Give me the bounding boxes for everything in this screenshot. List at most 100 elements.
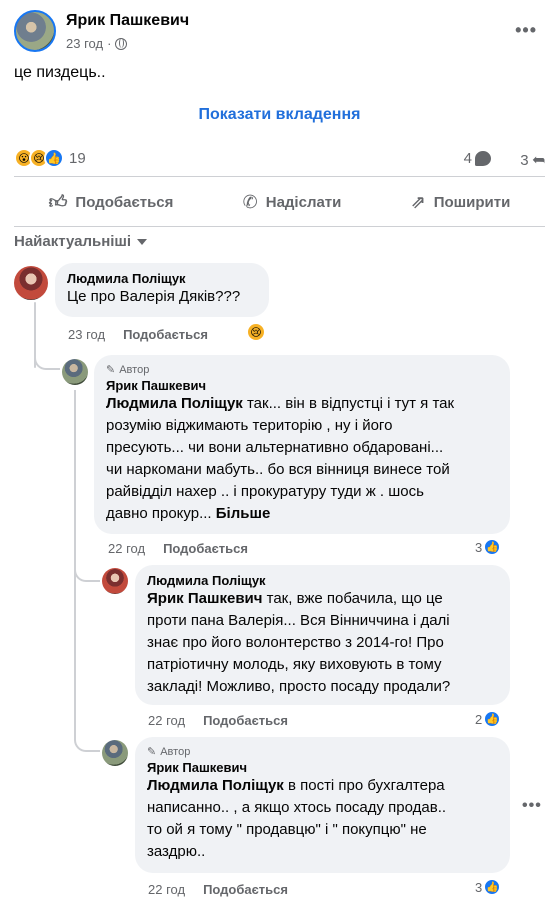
comment-text-line: райвідділ нахер .. і прокуратуру туди ж … — [106, 483, 424, 500]
comment-text-line: так... він в відпустці і тут я так — [242, 395, 455, 412]
reactions-summary[interactable]: 😮 😢 👍 19 — [14, 146, 86, 170]
like-button[interactable]: 👍︎ Подобається — [49, 191, 174, 213]
comment-sort-dropdown[interactable]: Найактуальніші — [14, 233, 148, 250]
comment-options-icon[interactable]: ••• — [522, 797, 542, 815]
comment-text-last: давно прокур... Більше — [106, 503, 498, 525]
author-badge-label: Автор — [160, 745, 191, 758]
mention-link[interactable]: Людмила Поліщук — [147, 777, 284, 794]
share-icon: ⇗ — [410, 191, 426, 212]
comment-bubble: Людмила Поліщук Ярик Пашкевич так, вже п… — [135, 565, 510, 705]
comment-meta: 22 год Подобається — [148, 713, 288, 728]
comment-reactions-count: 3 — [475, 539, 483, 555]
author-badge-label: Автор — [119, 363, 150, 376]
post-author-avatar[interactable] — [14, 10, 56, 52]
whatsapp-icon: ✆ — [242, 191, 258, 212]
send-button[interactable]: ✆ Надіслати — [243, 192, 342, 213]
post-text: це пиздець.. — [14, 64, 106, 81]
reactions-count: 19 — [69, 149, 86, 167]
comment-author[interactable]: Людмила Поліщук — [147, 573, 498, 588]
commenter-avatar[interactable] — [62, 359, 88, 385]
divider — [14, 226, 545, 227]
caret-down-icon — [137, 238, 148, 245]
post-time[interactable]: 23 год — [66, 36, 103, 51]
comment-text: Це про Валерія Дяків??? — [67, 288, 241, 305]
mention-link[interactable]: Людмила Поліщук — [106, 395, 243, 412]
comment-meta: 22 год Подобається — [148, 882, 288, 897]
sad-reaction-icon[interactable]: 😢 — [246, 322, 266, 342]
comment-text: Людмила Поліщук так... він в відпустці і… — [106, 393, 498, 415]
thread-line — [74, 580, 76, 740]
comment-text-line: закладі! Можливо, просто посаду продали? — [147, 678, 451, 695]
comment-bubble: ✎ Автор Ярик Пашкевич Людмила Поліщук в … — [135, 737, 510, 873]
comment-reactions-count: 3 — [475, 879, 483, 895]
comment-text-line: заздрю.. — [147, 843, 206, 860]
comment-text-line: патріотичну молодь, яку виховують в тому — [147, 656, 442, 673]
like-reaction-icon: 👍 — [483, 878, 502, 896]
comment-bubble-icon — [475, 151, 491, 166]
send-label: Надіслати — [265, 193, 342, 211]
post-action-bar: 👍︎ Подобається ✆ Надіслати ⇗ Поширити — [14, 182, 545, 222]
comment-reactions-count: 2 — [475, 711, 483, 727]
comment-text-line: чи наркомани мабуть.. бо вся вінниця вин… — [106, 461, 450, 478]
comments-count[interactable]: 4 — [464, 150, 491, 167]
comment-text: Людмила Поліщук в пості про бухгалтера — [147, 775, 498, 797]
comment-reactions[interactable]: 3 👍 — [475, 538, 502, 556]
comment-author[interactable]: Ярик Пашкевич — [147, 760, 498, 775]
pen-icon: ✎ — [106, 364, 116, 376]
pen-icon: ✎ — [147, 746, 157, 758]
like-reaction-icon: 👍 — [44, 148, 64, 168]
comment-bubble: Людмила Поліщук Це про Валерія Дяків??? — [55, 263, 269, 317]
comment-bubble: ✎ Автор Ярик Пашкевич Людмила Поліщук та… — [94, 355, 510, 534]
commenter-avatar[interactable] — [102, 740, 128, 766]
comment-text: Ярик Пашкевич так, вже побачила, що це — [147, 588, 498, 610]
see-more-link[interactable]: Більше — [216, 505, 271, 522]
thread-connector — [74, 560, 100, 582]
comment-meta: 22 год Подобається — [108, 541, 248, 556]
comment-text-line: давно прокур... — [106, 505, 216, 522]
comment-author[interactable]: Людмила Поліщук — [67, 271, 257, 286]
globe-icon — [115, 37, 128, 50]
commenter-avatar[interactable] — [102, 568, 128, 594]
shares-count[interactable]: 3 ➦ — [520, 150, 545, 170]
author-badge: ✎ Автор — [106, 363, 498, 377]
thread-connector — [34, 352, 60, 370]
comment-text-line: то ой я тому " продавцю" і " покупцю" не — [147, 821, 427, 838]
comment-time[interactable]: 22 год — [148, 713, 185, 728]
comment-like-button[interactable]: Подобається — [203, 882, 288, 897]
like-label: Подобається — [75, 193, 174, 211]
comment-time[interactable]: 22 год — [148, 882, 185, 897]
comment-author[interactable]: Ярик Пашкевич — [106, 378, 498, 393]
show-attachments-link[interactable]: Показати вкладення — [0, 106, 559, 124]
share-arrow-icon: ➦ — [531, 152, 545, 169]
sort-label: Найактуальніші — [14, 233, 132, 250]
comment-reactions[interactable]: 2 👍 — [475, 710, 502, 728]
post-meta: 23 год · — [66, 36, 128, 51]
thumbs-up-icon: 👍︎ — [48, 192, 68, 212]
comment-reactions[interactable]: 3 👍 — [475, 878, 502, 896]
comment-text-line: пресують... чи вони альтернативно обдаро… — [106, 439, 444, 456]
comment-meta: 23 год Подобається — [68, 327, 208, 342]
share-button[interactable]: ⇗ Поширити — [411, 192, 511, 213]
post-author-name[interactable]: Ярик Пашкевич — [66, 12, 189, 30]
comment-text-line: проти пана Валерія... Вся Вінниччина і д… — [147, 612, 450, 629]
comment-time[interactable]: 22 год — [108, 541, 145, 556]
shares-count-value: 3 — [520, 151, 529, 169]
author-badge: ✎ Автор — [147, 745, 498, 759]
comments-count-value: 4 — [463, 150, 472, 167]
comment-like-button[interactable]: Подобається — [203, 713, 288, 728]
meta-separator: · — [107, 36, 112, 51]
comment-like-button[interactable]: Подобається — [123, 327, 208, 342]
commenter-avatar[interactable] — [14, 266, 48, 300]
comment-time[interactable]: 23 год — [68, 327, 105, 342]
more-options-icon[interactable]: ••• — [515, 20, 537, 41]
share-label: Поширити — [433, 193, 511, 211]
mention-link[interactable]: Ярик Пашкевич — [147, 590, 262, 607]
like-reaction-icon: 👍 — [483, 710, 502, 728]
like-reaction-icon: 👍 — [483, 538, 502, 556]
divider — [14, 176, 545, 177]
thread-connector — [74, 728, 100, 752]
comment-text-line: знає про його волонтерство з 2014-го! Пр… — [147, 634, 444, 651]
comment-like-button[interactable]: Подобається — [163, 541, 248, 556]
comment-text-line: в пості про бухгалтера — [283, 777, 445, 794]
comment-text-line: так, вже побачила, що це — [262, 590, 443, 607]
